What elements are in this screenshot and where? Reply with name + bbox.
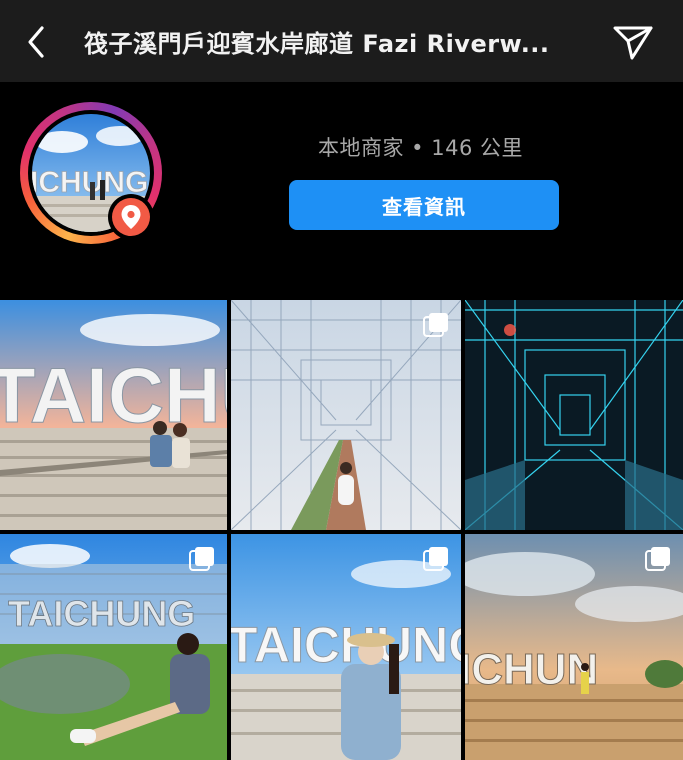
profile-header: ICHUNG 本地商家 • 146 公里 查看資訊 — [0, 82, 683, 300]
location-pin-icon — [108, 194, 154, 240]
page-title: 筏子溪門戶迎賓水岸廊道 Fazi Riverw... — [84, 30, 550, 58]
tile-1-sign-text: TAICHUN — [0, 351, 227, 439]
multiple-photos-icon — [423, 313, 448, 337]
grid-tile-2[interactable] — [231, 300, 461, 530]
top-bar: 筏子溪門戶迎賓水岸廊道 Fazi Riverw... — [0, 0, 683, 83]
paper-plane-icon[interactable] — [612, 22, 654, 62]
chevron-left-icon[interactable] — [22, 22, 54, 62]
grid-tile-3[interactable] — [465, 300, 683, 530]
grid-tile-6[interactable]: ICHUN — [465, 534, 683, 760]
tile-6-sign-text: ICHUN — [465, 645, 598, 694]
photo-grid: TAICHUN — [0, 300, 683, 760]
tile-4-sign-text: TAICHUNG — [8, 593, 195, 634]
business-meta: 本地商家 • 146 公里 — [318, 136, 523, 160]
multiple-photos-icon — [645, 547, 670, 571]
tile-5-sign-text: TAICHUNG — [231, 617, 461, 673]
grid-tile-5[interactable]: TAICHUNG — [231, 534, 461, 760]
multiple-photos-icon — [423, 547, 448, 571]
multiple-photos-icon — [189, 547, 214, 571]
grid-tile-1[interactable]: TAICHUN — [0, 300, 227, 530]
grid-tile-4[interactable]: TAICHUNG — [0, 534, 227, 760]
view-info-button[interactable]: 查看資訊 — [289, 180, 559, 230]
